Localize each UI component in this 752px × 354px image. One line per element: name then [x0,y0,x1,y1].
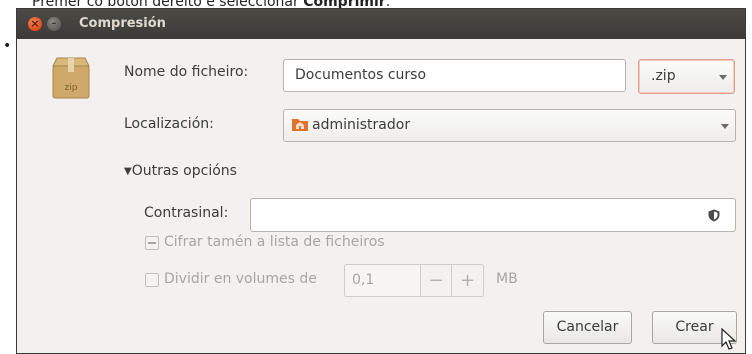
location-label: Localización: [124,116,214,132]
file-icon-label: zip [65,83,78,93]
compression-dialog: × – Compresión zip Nome do ficheiro: Doc… [16,8,746,354]
home-folder-icon [292,119,308,131]
volume-unit-label: MB [496,271,518,287]
filename-label: Nome do ficheiro: [124,64,249,80]
minus-icon: − [428,270,444,291]
encrypt-list-checkbox[interactable] [145,236,159,250]
other-options-label: Outras opcións [131,163,237,179]
dash-icon [148,242,156,244]
extension-select[interactable]: .zip [638,59,735,94]
location-value: administrador [312,117,411,133]
extension-value: .zip [651,68,676,84]
split-volumes-checkbox[interactable] [145,273,159,287]
password-label: Contrasinal: [144,205,229,221]
other-options-expander[interactable]: ▼Outras opcións [124,163,237,179]
close-icon[interactable]: × [28,17,42,31]
create-label: Crear [675,319,714,335]
chevron-down-icon [721,124,729,129]
titlebar: × – Compresión [17,9,745,39]
shield-icon[interactable] [708,209,720,222]
password-input[interactable] [250,198,736,232]
filename-input[interactable]: Documentos curso [283,59,626,92]
decrement-button[interactable]: − [420,264,452,297]
cancel-label: Cancelar [556,319,619,335]
cancel-button[interactable]: Cancelar [543,311,632,344]
volume-size-value: 0,1 [352,272,375,288]
window-title: Compresión [79,16,166,31]
volume-size-input[interactable]: 0,1 [344,264,421,297]
plus-icon: + [459,270,476,291]
list-bullet: • [3,38,12,54]
archive-package-icon: zip [52,57,90,99]
expander-arrow-icon: ▼ [124,166,132,177]
chevron-down-icon [719,75,727,80]
split-volumes-label: Dividir en volumes de [164,271,317,287]
minimize-icon[interactable]: – [47,17,61,31]
encrypt-list-label: Cifrar tamén a lista de ficheiros [164,234,385,250]
mouse-pointer-icon [721,328,737,350]
increment-button[interactable]: + [451,264,484,297]
location-select[interactable]: administrador [283,109,736,142]
filename-value: Documentos curso [295,67,427,83]
